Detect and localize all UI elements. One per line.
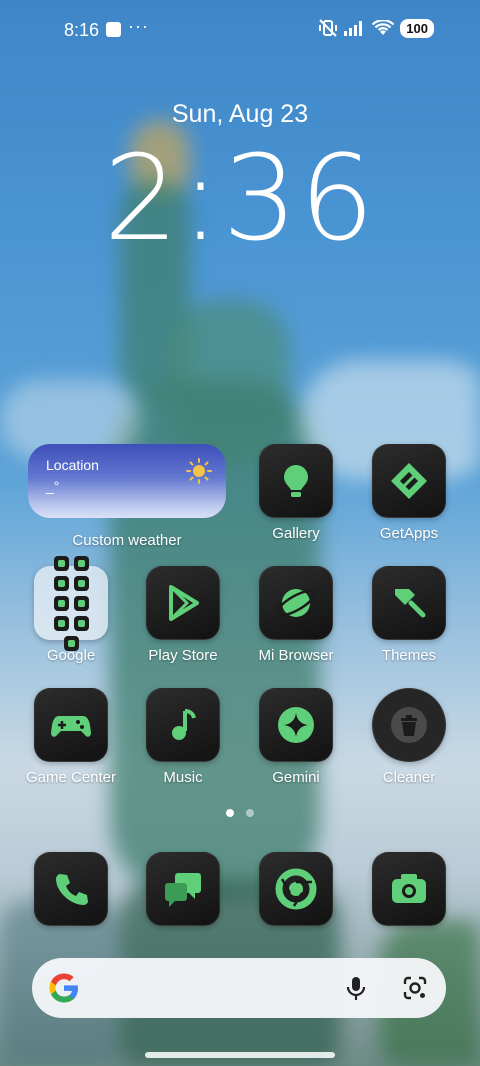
app-cleaner[interactable]: Cleaner [354, 688, 464, 786]
status-time: 8:16 [64, 20, 100, 40]
app-gemini[interactable]: Gemini [241, 688, 351, 786]
themes-brush-icon [372, 566, 446, 640]
cleaner-trash-icon [372, 688, 446, 762]
google-lens-icon[interactable] [401, 974, 429, 1002]
microphone-icon[interactable] [342, 974, 370, 1002]
app-playstore[interactable]: Play Store [128, 566, 238, 664]
app-gamecenter[interactable]: Game Center [16, 688, 126, 786]
page-indicator [0, 809, 480, 817]
play-store-icon [146, 566, 220, 640]
clock-date[interactable]: Sun, Aug 23 [0, 100, 480, 129]
gesture-nav-handle[interactable] [145, 1052, 335, 1058]
browser-planet-icon [259, 566, 333, 640]
app-label: Mi Browser [258, 647, 334, 664]
dock-messages[interactable] [128, 852, 238, 926]
dock-phone[interactable] [16, 852, 126, 926]
status-bar: 8:16 ··· 100 [0, 0, 480, 60]
vibrate-mute-icon [319, 19, 338, 37]
app-getapps[interactable]: GetApps [354, 444, 464, 542]
chrome-icon [259, 852, 333, 926]
messages-icon [146, 852, 220, 926]
more-notifications-icon: ··· [128, 16, 149, 36]
app-label: Game Center [25, 769, 117, 786]
gemini-icon [259, 688, 333, 762]
music-note-icon [146, 688, 220, 762]
app-music[interactable]: Music [128, 688, 238, 786]
gallery-icon [259, 444, 333, 518]
app-label: Play Store [148, 647, 218, 664]
page-dot[interactable] [246, 809, 254, 817]
app-themes[interactable]: Themes [354, 566, 464, 664]
app-label: Gallery [272, 525, 320, 542]
sun-icon [186, 458, 212, 484]
app-label: Google [46, 647, 96, 664]
app-label: Gemini [272, 769, 320, 786]
app-label: GetApps [379, 525, 439, 542]
folder-google[interactable]: Google [16, 555, 126, 664]
clock-time[interactable]: 2:36 [0, 128, 480, 270]
app-label: Themes [381, 647, 437, 664]
app-label: Cleaner [382, 769, 436, 786]
signal-icon [344, 21, 363, 36]
weather-temperature: _° [46, 478, 60, 494]
google-folder-icon [34, 555, 108, 651]
status-icons: 100 [318, 18, 434, 38]
page-dot[interactable] [226, 809, 234, 817]
battery-indicator: 100 [400, 18, 434, 38]
weather-widget[interactable]: Location _° [28, 444, 226, 518]
phone-icon [34, 852, 108, 926]
camera-icon [372, 852, 446, 926]
weather-location: Location [46, 457, 99, 473]
wifi-icon [372, 20, 395, 35]
app-label: Music [163, 769, 203, 786]
app-browser[interactable]: Mi Browser [241, 566, 351, 664]
notification-app-icon [106, 22, 121, 37]
dock-camera[interactable] [354, 852, 464, 926]
app-gallery[interactable]: Gallery [241, 444, 351, 542]
weather-widget-label-wrap: Custom weather [72, 525, 182, 549]
dock-chrome[interactable] [241, 852, 351, 926]
google-logo-icon [49, 973, 78, 1003]
gamepad-icon [34, 688, 108, 762]
getapps-icon [372, 444, 446, 518]
weather-widget-label: Custom weather [72, 532, 182, 549]
google-search-bar[interactable] [32, 958, 446, 1018]
